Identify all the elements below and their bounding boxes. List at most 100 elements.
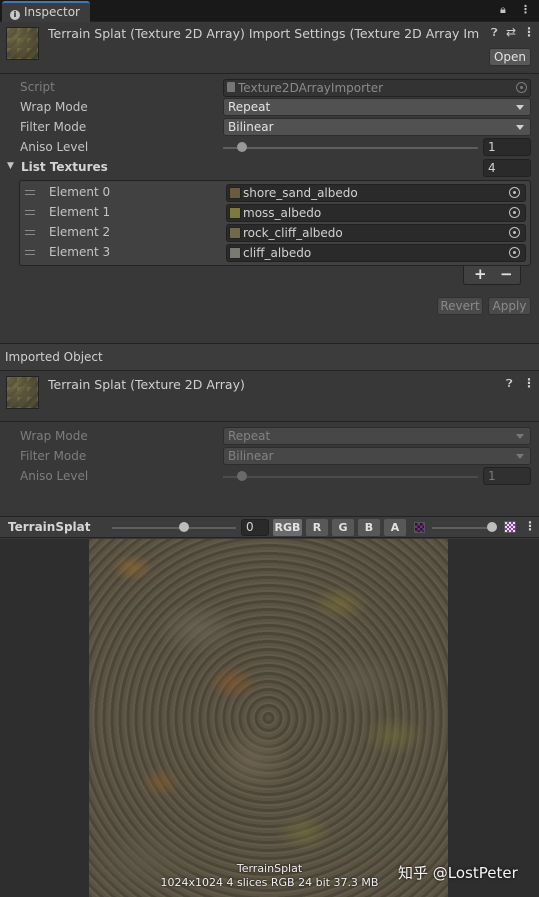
- filter-mode-value: Bilinear: [228, 120, 274, 134]
- tab-label: Inspector: [24, 5, 80, 19]
- wrap-mode-label: Wrap Mode: [20, 429, 88, 443]
- texture-field[interactable]: shore_sand_albedo: [226, 184, 526, 202]
- filter-mode-value: Bilinear: [228, 449, 274, 463]
- wrap-mode-value: Repeat: [228, 429, 271, 443]
- texture-field[interactable]: rock_cliff_albedo: [226, 224, 526, 242]
- slice-slider-track[interactable]: [112, 527, 236, 529]
- info-icon: i: [10, 10, 20, 20]
- filter-mode-dropdown[interactable]: Bilinear: [223, 118, 531, 136]
- drag-handle-icon[interactable]: [25, 250, 35, 255]
- texture-image: [89, 539, 448, 897]
- tab-inspector[interactable]: i Inspector: [2, 1, 90, 22]
- preview-toolbar: TerrainSplat 0 RGB R G B A ⋮: [0, 516, 539, 538]
- mip-slider-knob[interactable]: [487, 522, 497, 532]
- chevron-down-icon: [516, 125, 524, 130]
- preset-icon[interactable]: ⇄: [506, 25, 516, 39]
- imported-title: Terrain Splat (Texture 2D Array): [48, 377, 245, 392]
- channel-r-button[interactable]: R: [306, 519, 328, 536]
- mip-large-icon: [504, 521, 516, 533]
- element-label: Element 2: [49, 225, 111, 239]
- divider: [0, 370, 539, 371]
- imported-menu-icon[interactable]: ⋮: [523, 376, 535, 390]
- texture-name: shore_sand_albedo: [243, 186, 358, 200]
- aniso-level-label: Aniso Level: [20, 469, 89, 483]
- texture-thumb-icon: [229, 247, 241, 259]
- filter-mode-label: Filter Mode: [20, 449, 87, 463]
- element-label: Element 3: [49, 245, 111, 259]
- aniso-slider-track[interactable]: [223, 147, 478, 149]
- channel-b-button[interactable]: B: [358, 519, 380, 536]
- drag-handle-icon[interactable]: [25, 190, 35, 195]
- script-file-icon: [227, 82, 235, 92]
- foldout-arrow-icon[interactable]: ▼: [7, 161, 14, 171]
- drag-handle-icon[interactable]: [25, 230, 35, 235]
- wrap-mode-dropdown[interactable]: Repeat: [223, 98, 531, 116]
- slice-slider-knob[interactable]: [179, 522, 189, 532]
- preview-menu-icon[interactable]: ⋮: [524, 519, 536, 533]
- texture-name: moss_albedo: [243, 206, 322, 220]
- filter-mode-dropdown-disabled: Bilinear: [223, 447, 531, 465]
- texture-thumb-icon: [229, 207, 241, 219]
- help-icon[interactable]: ❓︎: [506, 377, 513, 391]
- texture-name: rock_cliff_albedo: [243, 226, 343, 240]
- preview-title: TerrainSplat: [8, 520, 91, 534]
- chevron-down-icon: [516, 434, 524, 439]
- watermark: 知乎 @LostPeter: [398, 864, 518, 882]
- apply-button[interactable]: Apply: [488, 297, 531, 315]
- chevron-down-icon: [516, 105, 524, 110]
- imported-object-header: Imported Object: [0, 344, 539, 370]
- divider: [0, 73, 539, 74]
- asset-thumbnail: [6, 27, 39, 60]
- object-picker-icon[interactable]: [509, 187, 520, 198]
- mip-small-icon: [414, 522, 425, 533]
- open-button[interactable]: Open: [489, 48, 531, 66]
- asset-thumbnail: [6, 376, 39, 409]
- channel-a-button[interactable]: A: [384, 519, 406, 536]
- slice-input[interactable]: 0: [241, 519, 269, 536]
- object-picker-icon[interactable]: [509, 247, 520, 258]
- drag-handle-icon[interactable]: [25, 210, 35, 215]
- object-picker-icon[interactable]: [509, 227, 520, 238]
- divider: [0, 421, 539, 422]
- window-tab-bar: i Inspector 🔒︎ ⋮: [0, 0, 539, 22]
- list-item: Element 0 shore_sand_albedo: [0, 184, 539, 204]
- channel-g-button[interactable]: G: [332, 519, 354, 536]
- script-field: Texture2DArrayImporter: [223, 79, 531, 97]
- script-label: Script: [20, 80, 55, 94]
- help-icon[interactable]: ❓︎: [491, 26, 498, 40]
- add-element-button[interactable]: +: [474, 265, 487, 283]
- chevron-down-icon: [516, 454, 524, 459]
- list-item: Element 3 cliff_albedo: [0, 244, 539, 264]
- filter-mode-label: Filter Mode: [20, 120, 87, 134]
- texture-thumb-icon: [229, 227, 241, 239]
- aniso-level-input-disabled: 1: [483, 467, 531, 485]
- list-size-input[interactable]: 4: [483, 159, 531, 177]
- list-textures-label[interactable]: List Textures: [21, 160, 108, 174]
- aniso-slider-knob-disabled: [237, 471, 247, 481]
- header-menu-icon[interactable]: ⋮: [523, 25, 535, 39]
- remove-element-button[interactable]: −: [500, 265, 513, 283]
- element-label: Element 1: [49, 205, 111, 219]
- texture-name: cliff_albedo: [243, 246, 312, 260]
- list-item: Element 1 moss_albedo: [0, 204, 539, 224]
- imported-object-label: Imported Object: [5, 350, 103, 364]
- texture-field[interactable]: cliff_albedo: [226, 244, 526, 262]
- aniso-slider-knob[interactable]: [237, 142, 247, 152]
- lock-icon[interactable]: 🔒︎: [500, 3, 506, 17]
- channel-rgb-button[interactable]: RGB: [273, 519, 302, 536]
- menu-kebab-icon[interactable]: ⋮: [520, 3, 531, 16]
- object-picker-icon[interactable]: [509, 207, 520, 218]
- wrap-mode-value: Repeat: [228, 100, 271, 114]
- revert-button[interactable]: Revert: [437, 297, 483, 315]
- texture-field[interactable]: moss_albedo: [226, 204, 526, 222]
- script-picker-icon: [516, 82, 527, 93]
- script-value: Texture2DArrayImporter: [238, 81, 384, 95]
- aniso-slider-track-disabled: [223, 476, 478, 478]
- list-item: Element 2 rock_cliff_albedo: [0, 224, 539, 244]
- element-label: Element 0: [49, 185, 111, 199]
- texture-preview: [0, 539, 539, 897]
- header-title: Terrain Splat (Texture 2D Array) Import …: [48, 26, 480, 41]
- texture-thumb-icon: [229, 187, 241, 199]
- aniso-level-label: Aniso Level: [20, 140, 89, 154]
- aniso-level-input[interactable]: 1: [483, 138, 531, 156]
